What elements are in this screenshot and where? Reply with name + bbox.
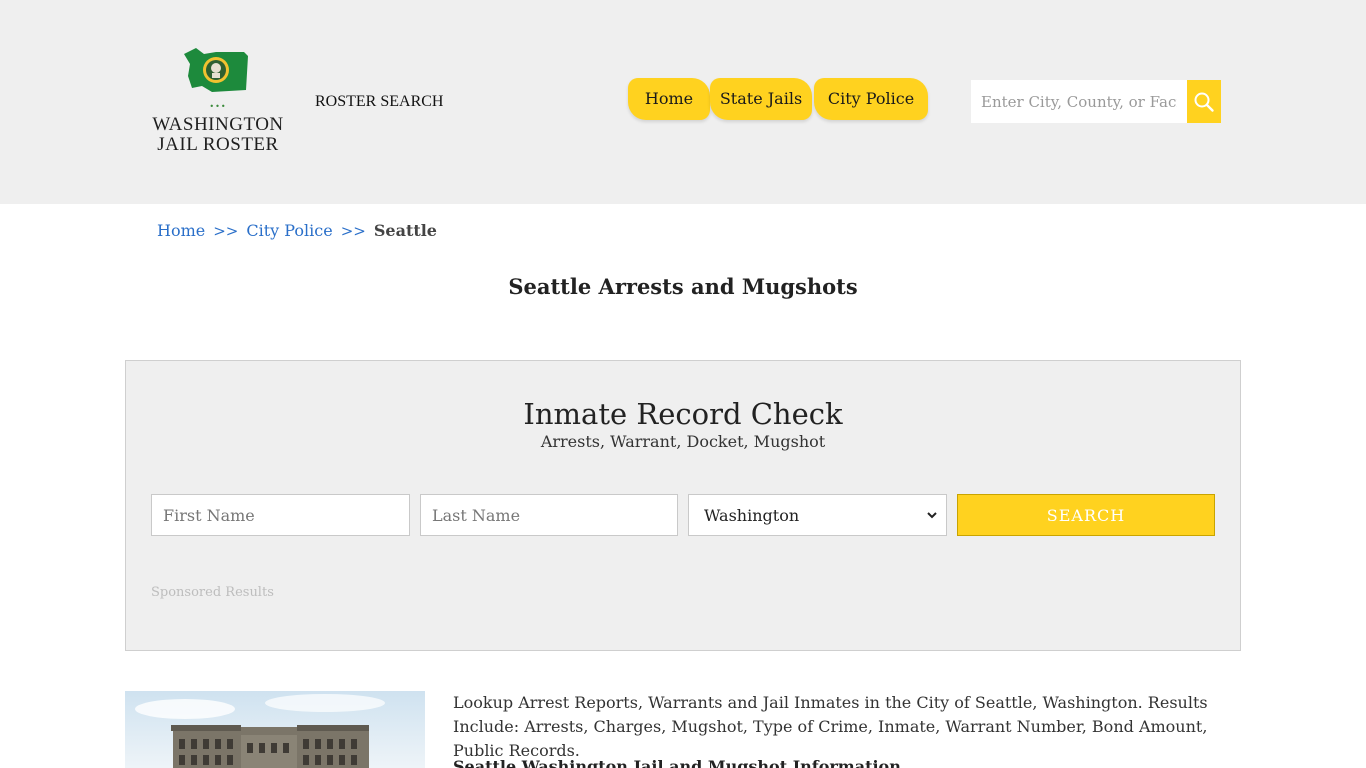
breadcrumb-current: Seattle: [373, 221, 437, 240]
last-name-field: [420, 494, 678, 536]
site-header: ••• WASHINGTON JAIL ROSTER ROSTER SEARCH…: [0, 0, 1366, 204]
roster-search-link[interactable]: ROSTER SEARCH: [315, 93, 443, 111]
last-name-input[interactable]: [421, 495, 677, 535]
search-icon: [1194, 92, 1214, 112]
header-search-input[interactable]: [971, 80, 1187, 123]
state-select-value: Washington: [704, 505, 800, 525]
breadcrumb-city-police[interactable]: City Police: [246, 221, 332, 240]
site-logo[interactable]: ••• WASHINGTON JAIL ROSTER: [148, 46, 288, 158]
record-search-button[interactable]: SEARCH: [957, 494, 1215, 536]
first-name-input[interactable]: [152, 495, 409, 535]
logo-text-line2: JAIL ROSTER: [157, 134, 279, 155]
first-name-field: [151, 494, 410, 536]
intro-paragraph: Lookup Arrest Reports, Warrants and Jail…: [453, 693, 1208, 760]
jail-info-heading: Seattle Washington Jail and Mugshot Info…: [453, 757, 901, 768]
nav-home[interactable]: Home: [628, 78, 710, 120]
logo-dots: •••: [209, 102, 227, 111]
nav-city-police[interactable]: City Police: [814, 78, 928, 120]
inmate-record-check-panel: Inmate Record Check Arrests, Warrant, Do…: [125, 360, 1241, 651]
nav-state-jails[interactable]: State Jails: [710, 78, 812, 120]
header-search: [971, 80, 1221, 123]
logo-text-line1: WASHINGTON: [152, 114, 284, 135]
breadcrumb: Home >> City Police >> Seattle: [157, 221, 437, 240]
record-check-title: Inmate Record Check: [523, 397, 843, 431]
record-check-subtitle: Arrests, Warrant, Docket, Mugshot: [540, 432, 826, 451]
breadcrumb-separator: >>: [213, 222, 239, 240]
washington-flag-icon: [184, 48, 248, 92]
chevron-down-icon: [927, 512, 937, 519]
header-search-button[interactable]: [1187, 80, 1221, 123]
page-title: Seattle Arrests and Mugshots: [508, 274, 858, 299]
seattle-building-photo: [125, 691, 425, 768]
sponsored-results-label: Sponsored Results: [151, 585, 274, 600]
breadcrumb-separator: >>: [340, 222, 366, 240]
state-select[interactable]: Washington: [688, 494, 947, 536]
breadcrumb-home[interactable]: Home: [157, 221, 205, 240]
